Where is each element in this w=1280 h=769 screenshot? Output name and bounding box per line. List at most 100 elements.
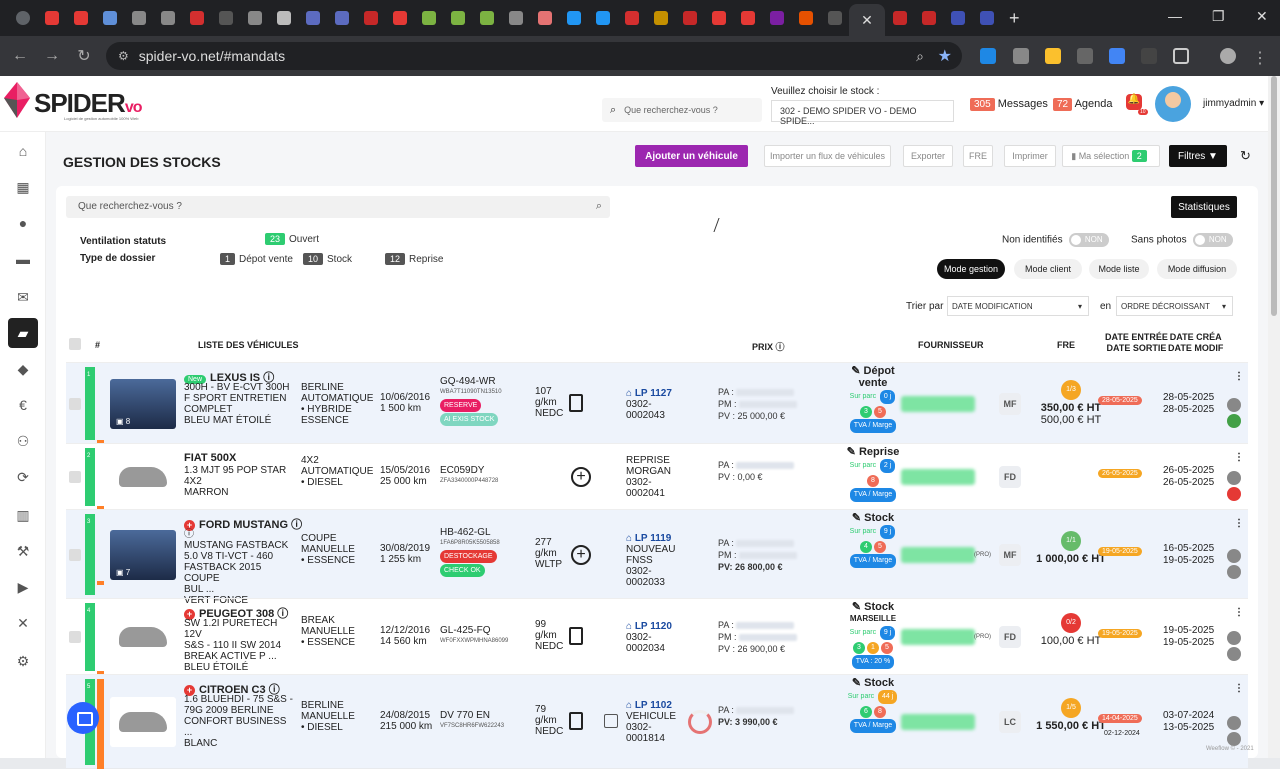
- vehicle-thumbnail[interactable]: [110, 452, 176, 502]
- row-menu-icon[interactable]: ⋮: [1234, 607, 1244, 618]
- supplier-initials[interactable]: LC: [999, 711, 1021, 733]
- browser-tab[interactable]: [791, 4, 820, 32]
- page-scrollbar[interactable]: [1268, 76, 1280, 758]
- sans-photos-toggle[interactable]: NON: [1192, 233, 1233, 247]
- chart-icon[interactable]: ▥: [8, 500, 38, 530]
- vehicle-thumbnail[interactable]: ▣ 7: [110, 530, 176, 580]
- row-checkbox[interactable]: [69, 398, 81, 410]
- th-list[interactable]: LISTE DES VÉHICULES: [198, 340, 299, 350]
- select-all-checkbox[interactable]: [69, 338, 81, 350]
- supplier-initials[interactable]: FD: [999, 466, 1021, 488]
- statistics-button[interactable]: Statistiques: [1171, 196, 1237, 218]
- browser-tab[interactable]: [385, 4, 414, 32]
- browser-tab[interactable]: [914, 4, 943, 32]
- notification-bell-icon[interactable]: 🔔: [1126, 94, 1142, 110]
- row-checkbox[interactable]: [69, 471, 81, 483]
- bookmark-star-icon[interactable]: ★: [938, 46, 952, 66]
- share-action-icon[interactable]: [1227, 487, 1241, 501]
- browser-tab[interactable]: [617, 4, 646, 32]
- close-window-icon[interactable]: ✕: [1256, 8, 1268, 25]
- extension-icon[interactable]: [980, 48, 996, 64]
- document-icon[interactable]: [569, 394, 583, 412]
- stock-select[interactable]: 302 - DEMO SPIDER VO - DEMO SPIDE...: [771, 100, 954, 126]
- close-tab-icon[interactable]: ✕: [861, 12, 873, 29]
- euro-icon[interactable]: €: [8, 390, 38, 420]
- restore-icon[interactable]: ❐: [1212, 8, 1225, 25]
- browser-tab[interactable]: [943, 4, 972, 32]
- reload-icon[interactable]: ↻: [68, 46, 100, 66]
- supplier-initials[interactable]: MF: [999, 393, 1021, 415]
- type-reprise[interactable]: 12 Reprise: [385, 253, 443, 265]
- profile-icon[interactable]: [1220, 48, 1236, 64]
- browser-tab[interactable]: [443, 4, 472, 32]
- refresh-icon[interactable]: ↻: [1240, 148, 1251, 164]
- browser-tab[interactable]: [153, 4, 182, 32]
- sort-field-select[interactable]: DATE MODIFICATION ▾: [947, 296, 1089, 316]
- supplier-initials[interactable]: FD: [999, 626, 1021, 648]
- car-icon[interactable]: ▰: [8, 318, 38, 348]
- zoom-icon[interactable]: ⌕: [916, 48, 924, 65]
- share-action-icon[interactable]: [1227, 647, 1241, 661]
- lp-reference[interactable]: ⌂ LP 1102 VEHICULE 0302- 0001814: [626, 700, 676, 744]
- mode-gestion-button[interactable]: Mode gestion: [937, 259, 1005, 279]
- tab-active[interactable]: ✕: [849, 4, 885, 36]
- extension-icon[interactable]: [1045, 48, 1061, 64]
- translate-icon[interactable]: [1109, 48, 1125, 64]
- messages-link[interactable]: 305 Messages: [970, 98, 1048, 111]
- row-menu-icon[interactable]: ⋮: [1234, 371, 1244, 382]
- browser-tab[interactable]: [37, 4, 66, 32]
- browser-tab[interactable]: [588, 4, 617, 32]
- share-action-icon[interactable]: [1227, 565, 1241, 579]
- table-row[interactable]: 1 ▣ 8 New LEXUS IS ⓘ 300H - BV E-CVT 300H F S…: [66, 362, 1248, 444]
- sync-icon[interactable]: ⟳: [8, 462, 38, 492]
- row-checkbox[interactable]: [69, 549, 81, 561]
- browser-tab[interactable]: [124, 4, 153, 32]
- browser-tab[interactable]: [530, 4, 559, 32]
- browser-tab[interactable]: [240, 4, 269, 32]
- address-bar[interactable]: ⚙ spider-vo.net/#mandats ⌕ ★: [106, 42, 962, 70]
- user-icon[interactable]: ●: [8, 208, 38, 238]
- table-row[interactable]: 5 + CITROEN C3 ⓘ 1.6 BLUEHDI - 75 S&S -79G …: [66, 674, 1248, 769]
- mode-diffusion-button[interactable]: Mode diffusion: [1157, 259, 1237, 279]
- calendar-icon[interactable]: [604, 714, 618, 728]
- sort-order-select[interactable]: ORDRE DÉCROISSANT ▾: [1116, 296, 1233, 316]
- browser-tab[interactable]: [95, 4, 124, 32]
- site-info-icon[interactable]: ⚙: [118, 49, 129, 63]
- share-action-icon[interactable]: [1227, 414, 1241, 428]
- browser-tab[interactable]: [501, 4, 530, 32]
- browser-tab[interactable]: [972, 4, 1001, 32]
- print-button[interactable]: Imprimer: [1004, 145, 1056, 167]
- wrench-icon[interactable]: ⚒: [8, 536, 38, 566]
- browser-tab[interactable]: [298, 4, 327, 32]
- browser-tab[interactable]: [182, 4, 211, 32]
- status-ouvert[interactable]: 23 Ouvert: [265, 233, 319, 245]
- back-icon[interactable]: ←: [4, 47, 36, 65]
- users-action-icon[interactable]: [1227, 549, 1241, 563]
- browser-menu-icon[interactable]: ⋮: [1244, 48, 1276, 68]
- th-prix[interactable]: PRIX ⓘ: [752, 340, 785, 353]
- browser-tab[interactable]: [211, 4, 240, 32]
- stock-search-input[interactable]: Que recherchez-vous ? ⌕: [66, 196, 610, 218]
- share-action-icon[interactable]: [1227, 732, 1241, 746]
- browser-tab[interactable]: [356, 4, 385, 32]
- lp-reference[interactable]: REPRISE MORGAN 0302- 0002041: [626, 455, 671, 499]
- browser-tab[interactable]: [269, 4, 298, 32]
- row-menu-icon[interactable]: ⋮: [1234, 518, 1244, 529]
- browser-tab[interactable]: [559, 4, 588, 32]
- users-icon[interactable]: ⚇: [8, 426, 38, 456]
- spider-vo-logo[interactable]: SPIDERvo Logiciel de gestion automobile …: [2, 80, 142, 122]
- browser-tab[interactable]: [885, 4, 914, 32]
- table-row[interactable]: 4 + PEUGEOT 308 ⓘ SW 1.2I PURETECH 12V S&S -…: [66, 598, 1248, 675]
- document-icon[interactable]: [569, 627, 583, 645]
- avatar[interactable]: [1155, 86, 1191, 122]
- fre-button[interactable]: FRE: [963, 145, 993, 167]
- my-selection-button[interactable]: ▮ Ma sélection 2: [1062, 145, 1160, 167]
- th-fournisseur[interactable]: FOURNISSEUR: [918, 340, 984, 350]
- lp-reference[interactable]: ⌂ LP 1120 0302- 0002034: [626, 621, 672, 654]
- non-identifies-toggle[interactable]: NON: [1068, 233, 1109, 247]
- calendar-icon[interactable]: ▦: [8, 172, 38, 202]
- add-vehicle-button[interactable]: Ajouter un véhicule: [635, 145, 748, 167]
- table-row[interactable]: 3 ▣ 7 + FORD MUSTANG ⓘ ⓘ MUSTANG FASTBACK 5.0 …: [66, 509, 1248, 606]
- new-tab-icon[interactable]: +: [1009, 8, 1020, 29]
- minimize-icon[interactable]: —: [1168, 8, 1182, 24]
